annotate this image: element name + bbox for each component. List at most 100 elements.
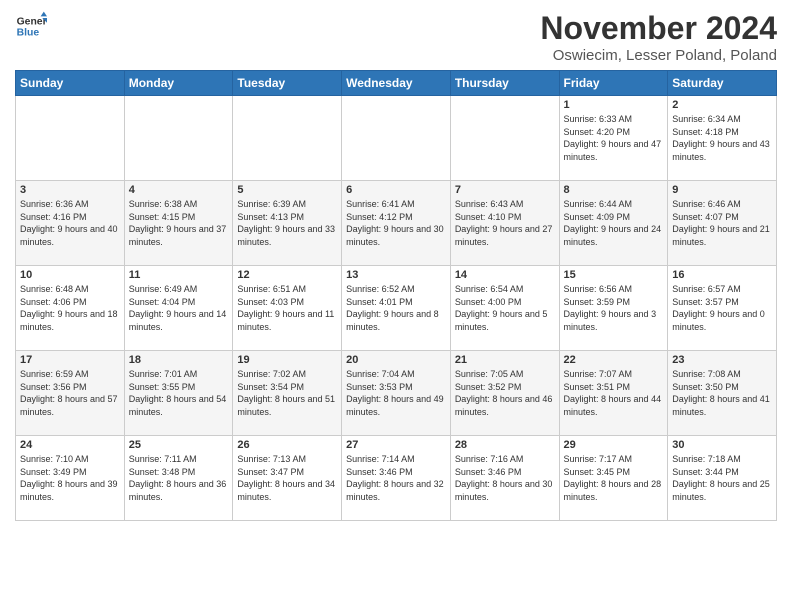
calendar-cell <box>233 96 342 181</box>
calendar-cell: 3Sunrise: 6:36 AM Sunset: 4:16 PM Daylig… <box>16 181 125 266</box>
weekday-header: Tuesday <box>233 71 342 96</box>
day-number: 14 <box>455 269 555 281</box>
calendar-week-row: 3Sunrise: 6:36 AM Sunset: 4:16 PM Daylig… <box>16 181 777 266</box>
calendar-cell: 11 Sunrise: 6:49 AM Sunset: 4:04 PM Dayli… <box>124 266 233 351</box>
day-number: 6 <box>346 184 446 196</box>
calendar-cell: 30 Sunrise: 7:18 AM Sunset: 3:44 PM Dayli… <box>668 436 777 521</box>
calendar-cell <box>124 96 233 181</box>
day-number: 18 <box>129 354 229 366</box>
weekday-header: Sunday <box>16 71 125 96</box>
day-number: 23 <box>672 354 772 366</box>
day-info: Sunrise: 6:41 AM Sunset: 4:12 PM Dayligh… <box>346 198 446 248</box>
svg-text:Blue: Blue <box>17 28 40 39</box>
day-info: Sunrise: 6:34 AM Sunset: 4:18 PM Dayligh… <box>672 113 772 163</box>
calendar-cell: 14 Sunrise: 6:54 AM Sunset: 4:00 PM Dayli… <box>450 266 559 351</box>
day-number: 26 <box>237 439 337 451</box>
day-info: Sunrise: 6:38 AM Sunset: 4:15 PM Dayligh… <box>129 198 229 248</box>
day-info: Sunrise: 7:07 AM Sunset: 3:51 PM Dayligh… <box>564 368 664 418</box>
calendar-cell: 18 Sunrise: 7:01 AM Sunset: 3:55 PM Dayli… <box>124 351 233 436</box>
day-info: Sunrise: 6:49 AM Sunset: 4:04 PM Dayligh… <box>129 283 229 333</box>
month-title: November 2024 <box>540 10 777 47</box>
day-number: 30 <box>672 439 772 451</box>
day-info: Sunrise: 6:39 AM Sunset: 4:13 PM Dayligh… <box>237 198 337 248</box>
calendar-cell: 20 Sunrise: 7:04 AM Sunset: 3:53 PM Dayli… <box>342 351 451 436</box>
calendar-table: SundayMondayTuesdayWednesdayThursdayFrid… <box>15 70 777 521</box>
day-info: Sunrise: 6:43 AM Sunset: 4:10 PM Dayligh… <box>455 198 555 248</box>
day-number: 2 <box>672 99 772 111</box>
calendar-cell: 8 Sunrise: 6:44 AM Sunset: 4:09 PM Daylig… <box>559 181 668 266</box>
day-number: 22 <box>564 354 664 366</box>
day-number: 7 <box>455 184 555 196</box>
day-info: Sunrise: 7:02 AM Sunset: 3:54 PM Dayligh… <box>237 368 337 418</box>
calendar-cell: 26 Sunrise: 7:13 AM Sunset: 3:47 PM Dayli… <box>233 436 342 521</box>
calendar-cell: 25 Sunrise: 7:11 AM Sunset: 3:48 PM Dayli… <box>124 436 233 521</box>
calendar-cell: 27Sunrise: 7:14 AM Sunset: 3:46 PM Dayli… <box>342 436 451 521</box>
calendar-cell: 13 Sunrise: 6:52 AM Sunset: 4:01 PM Dayli… <box>342 266 451 351</box>
day-number: 17 <box>20 354 120 366</box>
calendar-cell: 10 Sunrise: 6:48 AM Sunset: 4:06 PM Dayli… <box>16 266 125 351</box>
weekday-header: Friday <box>559 71 668 96</box>
calendar-week-row: 17 Sunrise: 6:59 AM Sunset: 3:56 PM Dayli… <box>16 351 777 436</box>
calendar-cell: 7 Sunrise: 6:43 AM Sunset: 4:10 PM Daylig… <box>450 181 559 266</box>
logo: General Blue <box>15 10 47 42</box>
calendar-cell: 17 Sunrise: 6:59 AM Sunset: 3:56 PM Dayli… <box>16 351 125 436</box>
calendar-cell <box>450 96 559 181</box>
day-number: 10 <box>20 269 120 281</box>
day-info: Sunrise: 6:44 AM Sunset: 4:09 PM Dayligh… <box>564 198 664 248</box>
day-number: 1 <box>564 99 664 111</box>
day-info: Sunrise: 7:05 AM Sunset: 3:52 PM Dayligh… <box>455 368 555 418</box>
weekday-header: Wednesday <box>342 71 451 96</box>
day-info: Sunrise: 6:57 AM Sunset: 3:57 PM Dayligh… <box>672 283 772 333</box>
day-number: 8 <box>564 184 664 196</box>
weekday-header: Saturday <box>668 71 777 96</box>
day-info: Sunrise: 6:48 AM Sunset: 4:06 PM Dayligh… <box>20 283 120 333</box>
day-number: 20 <box>346 354 446 366</box>
title-block: November 2024 Oswiecim, Lesser Poland, P… <box>540 10 777 64</box>
day-number: 12 <box>237 269 337 281</box>
day-info: Sunrise: 6:59 AM Sunset: 3:56 PM Dayligh… <box>20 368 120 418</box>
calendar-cell: 28Sunrise: 7:16 AM Sunset: 3:46 PM Dayli… <box>450 436 559 521</box>
calendar-week-row: 1 Sunrise: 6:33 AM Sunset: 4:20 PM Daylig… <box>16 96 777 181</box>
logo-icon: General Blue <box>15 10 47 42</box>
day-info: Sunrise: 6:51 AM Sunset: 4:03 PM Dayligh… <box>237 283 337 333</box>
day-number: 15 <box>564 269 664 281</box>
day-info: Sunrise: 7:17 AM Sunset: 3:45 PM Dayligh… <box>564 453 664 503</box>
weekday-header: Thursday <box>450 71 559 96</box>
calendar-cell: 22 Sunrise: 7:07 AM Sunset: 3:51 PM Dayli… <box>559 351 668 436</box>
day-info: Sunrise: 6:52 AM Sunset: 4:01 PM Dayligh… <box>346 283 446 333</box>
day-info: Sunrise: 7:11 AM Sunset: 3:48 PM Dayligh… <box>129 453 229 503</box>
calendar-cell: 5 Sunrise: 6:39 AM Sunset: 4:13 PM Daylig… <box>233 181 342 266</box>
day-number: 28 <box>455 439 555 451</box>
calendar-cell: 9 Sunrise: 6:46 AM Sunset: 4:07 PM Daylig… <box>668 181 777 266</box>
calendar-cell: 4 Sunrise: 6:38 AM Sunset: 4:15 PM Daylig… <box>124 181 233 266</box>
calendar-cell <box>16 96 125 181</box>
day-number: 13 <box>346 269 446 281</box>
day-info: Sunrise: 6:33 AM Sunset: 4:20 PM Dayligh… <box>564 113 664 163</box>
day-info: Sunrise: 6:54 AM Sunset: 4:00 PM Dayligh… <box>455 283 555 333</box>
calendar-header-row: SundayMondayTuesdayWednesdayThursdayFrid… <box>16 71 777 96</box>
day-number: 3 <box>20 184 120 196</box>
day-info: Sunrise: 6:56 AM Sunset: 3:59 PM Dayligh… <box>564 283 664 333</box>
day-number: 25 <box>129 439 229 451</box>
day-number: 29 <box>564 439 664 451</box>
calendar-cell: 2 Sunrise: 6:34 AM Sunset: 4:18 PM Daylig… <box>668 96 777 181</box>
calendar-cell: 23 Sunrise: 7:08 AM Sunset: 3:50 PM Dayli… <box>668 351 777 436</box>
day-info: Sunrise: 7:10 AM Sunset: 3:49 PM Dayligh… <box>20 453 120 503</box>
day-number: 24 <box>20 439 120 451</box>
page-header: General Blue November 2024 Oswiecim, Les… <box>15 10 777 64</box>
day-info: Sunrise: 7:01 AM Sunset: 3:55 PM Dayligh… <box>129 368 229 418</box>
day-info: Sunrise: 7:08 AM Sunset: 3:50 PM Dayligh… <box>672 368 772 418</box>
day-info: Sunrise: 6:46 AM Sunset: 4:07 PM Dayligh… <box>672 198 772 248</box>
calendar-cell <box>342 96 451 181</box>
day-number: 9 <box>672 184 772 196</box>
day-number: 11 <box>129 269 229 281</box>
day-number: 21 <box>455 354 555 366</box>
day-number: 5 <box>237 184 337 196</box>
day-info: Sunrise: 7:18 AM Sunset: 3:44 PM Dayligh… <box>672 453 772 503</box>
calendar-cell: 6 Sunrise: 6:41 AM Sunset: 4:12 PM Daylig… <box>342 181 451 266</box>
day-info: Sunrise: 7:04 AM Sunset: 3:53 PM Dayligh… <box>346 368 446 418</box>
day-info: Sunrise: 7:13 AM Sunset: 3:47 PM Dayligh… <box>237 453 337 503</box>
calendar-cell: 15 Sunrise: 6:56 AM Sunset: 3:59 PM Dayli… <box>559 266 668 351</box>
calendar-cell: 16Sunrise: 6:57 AM Sunset: 3:57 PM Dayli… <box>668 266 777 351</box>
day-number: 4 <box>129 184 229 196</box>
